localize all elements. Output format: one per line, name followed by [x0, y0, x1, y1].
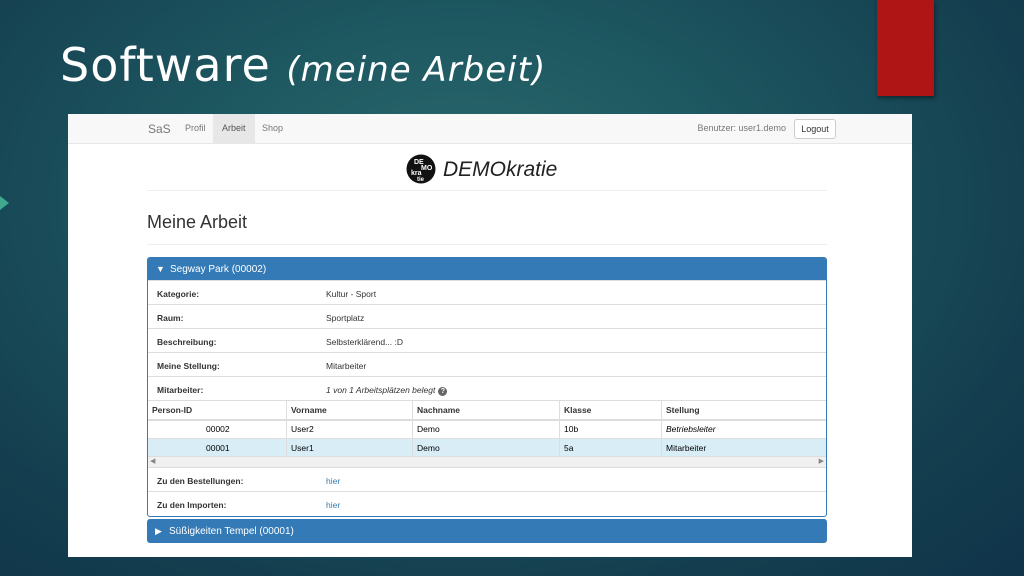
table-row-highlighted[interactable]: 00001 User1 Demo 5a Mitarbeiter: [148, 439, 826, 456]
detail-value: Kultur - Sport: [326, 289, 377, 299]
staff-count-text: 1 von 1 Arbeitsplätzen belegt: [326, 385, 436, 395]
column-divider: [412, 400, 413, 456]
detail-row-mitarbeiter: Mitarbeiter: 1 von 1 Arbeitsplätzen bele…: [148, 376, 826, 401]
nav-item-arbeit[interactable]: Arbeit: [213, 114, 255, 143]
detail-key: Kategorie:: [157, 289, 200, 299]
logo-mark-kra: kra: [411, 170, 422, 177]
detail-row-kategorie: Kategorie: Kultur - Sport: [148, 280, 826, 305]
importen-link[interactable]: hier: [326, 500, 340, 510]
nav-item-shop[interactable]: Shop: [253, 114, 292, 143]
column-divider: [286, 400, 287, 456]
detail-row-raum: Raum: Sportplatz: [148, 304, 826, 329]
table-cell: 00002: [206, 424, 230, 434]
table-cell: 5a: [564, 443, 574, 453]
logo-header: DE MO kra tie DEMOkratie: [147, 150, 827, 191]
table-header: Person-ID: [152, 405, 193, 415]
panel-heading[interactable]: ▼ Segway Park (00002): [148, 258, 826, 280]
scroll-right-arrow-icon[interactable]: ▶: [819, 457, 824, 467]
demokratie-logo-icon: DE MO kra tie: [406, 154, 436, 184]
detail-key: Raum:: [157, 313, 184, 323]
detail-value: Sportplatz: [326, 313, 365, 323]
link-key: Zu den Bestellungen:: [157, 476, 244, 486]
table-cell: Betriebsleiter: [666, 424, 716, 434]
panel2-heading-label: Süßigkeiten Tempel (00001): [169, 526, 294, 537]
slide-title-main: Software: [60, 38, 271, 92]
table-cell: Mitarbeiter: [666, 443, 707, 453]
panel-heading-label: Segway Park (00002): [170, 264, 267, 275]
help-question-icon[interactable]: ?: [438, 387, 448, 396]
table-cell: Demo: [417, 443, 440, 453]
table-cell: 10b: [564, 424, 579, 434]
column-divider: [661, 400, 662, 456]
table-header: Vorname: [291, 405, 327, 415]
column-divider: [559, 400, 560, 456]
detail-value: Selbsterklärend... :D: [326, 337, 404, 347]
bestellungen-link[interactable]: hier: [326, 476, 340, 486]
red-accent-rectangle: [877, 0, 934, 96]
logo-text: DEMOkratie: [443, 158, 558, 181]
link-row-importen: Zu den Importen: hier: [148, 491, 826, 516]
chevron-down-icon: ▼: [156, 264, 165, 274]
scroll-left-arrow-icon[interactable]: ◀: [150, 457, 155, 467]
project-panel-suessigkeiten[interactable]: ▶ Süßigkeiten Tempel (00001): [147, 519, 827, 543]
detail-key: Meine Stellung:: [157, 361, 220, 371]
table-row[interactable]: 00002 User2 Demo 10b Betriebsleiter: [148, 420, 826, 439]
slide-subtitle: (meine Arbeit): [286, 50, 547, 90]
table-cell: Demo: [417, 424, 440, 434]
navbar: SaS Profil Arbeit Shop Benutzer: user1.d…: [68, 114, 912, 144]
chevron-right-icon: ▶: [155, 526, 162, 536]
project-panel-segway: ▼ Segway Park (00002) Kategorie: Kultur -…: [147, 257, 827, 517]
table-cell: User2: [291, 424, 314, 434]
detail-row-beschreibung: Beschreibung: Selbsterklärend... :D: [148, 328, 826, 353]
detail-row-stellung: Meine Stellung: Mitarbeiter: [148, 352, 826, 377]
user-info: Benutzer: user1.demo: [697, 123, 786, 133]
nav-item-profil[interactable]: Profil: [176, 114, 215, 143]
detail-key: Beschreibung:: [157, 337, 217, 347]
table-header-row: Person-ID Vorname Nachname Klasse Stellu…: [148, 400, 826, 421]
detail-value: Mitarbeiter: [326, 361, 367, 371]
navbar-brand[interactable]: SaS: [148, 122, 171, 136]
detail-key: Mitarbeiter:: [157, 385, 204, 395]
table-cell: User1: [291, 443, 314, 453]
title-divider: [147, 244, 827, 245]
logo-mark-mo: MO: [421, 165, 433, 172]
slide-accent-arrow-icon: [0, 196, 9, 210]
page-title: Meine Arbeit: [147, 212, 248, 232]
table-header: Nachname: [417, 405, 460, 415]
table-cell: 00001: [206, 443, 230, 453]
logo-mark-tie: tie: [417, 177, 425, 183]
slide-title: Software (meine Arbeit): [60, 38, 546, 92]
app-screenshot: SaS Profil Arbeit Shop Benutzer: user1.d…: [68, 114, 912, 557]
detail-value: 1 von 1 Arbeitsplätzen belegt?: [326, 385, 448, 396]
link-row-bestellungen: Zu den Bestellungen: hier: [148, 467, 826, 492]
table-header: Klasse: [564, 405, 592, 415]
link-key: Zu den Importen:: [157, 500, 227, 510]
table-header: Stellung: [666, 405, 700, 415]
logout-button[interactable]: Logout: [794, 119, 836, 139]
